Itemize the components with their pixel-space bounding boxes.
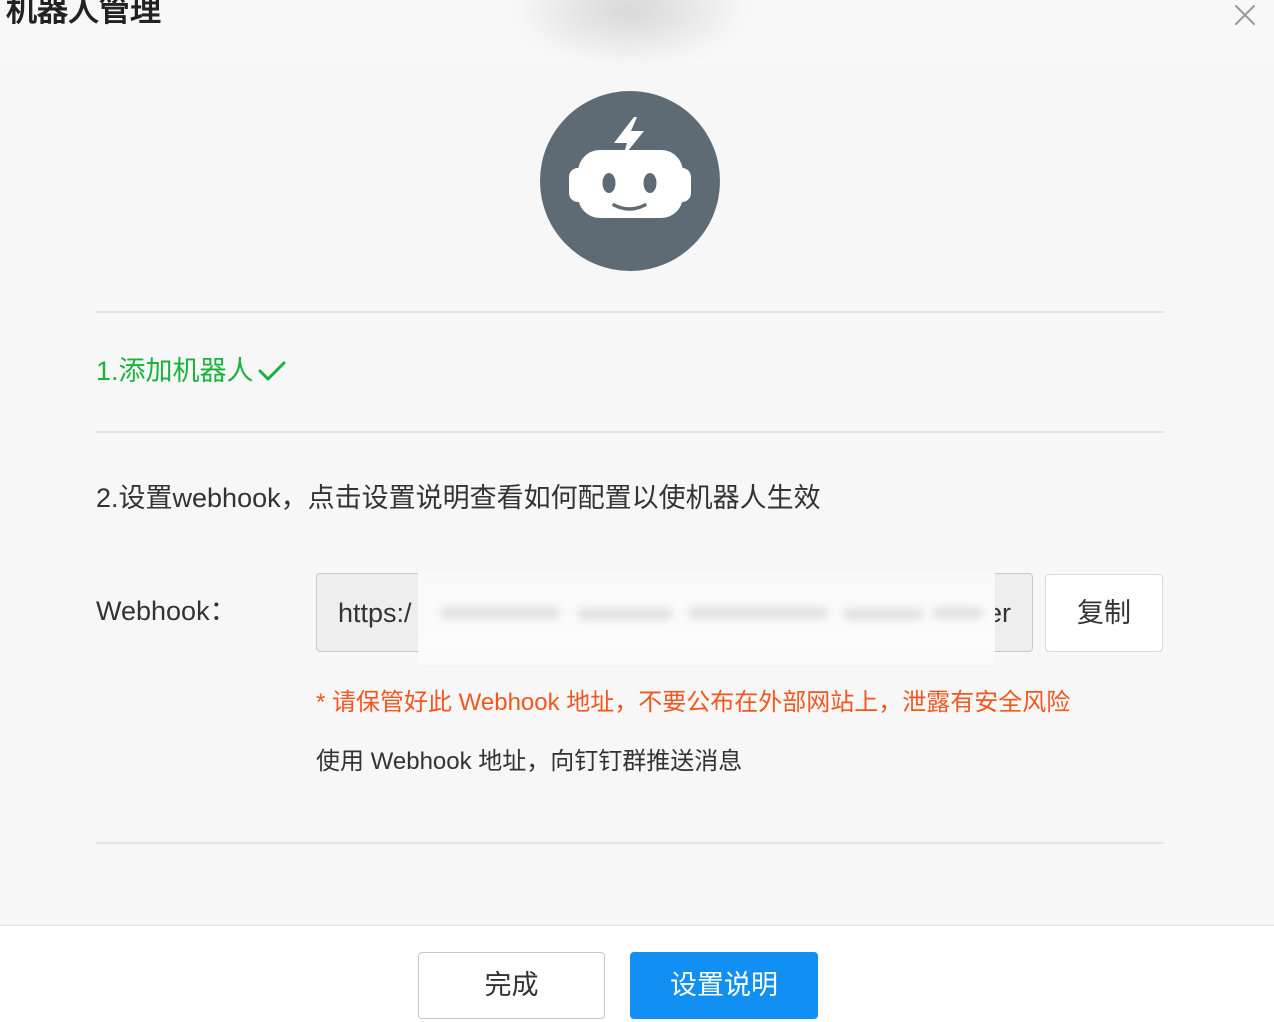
webhook-usage-hint: 使用 Webhook 地址，向钉钉群推送消息 xyxy=(316,748,743,775)
copy-button[interactable]: 复制 xyxy=(1045,574,1163,652)
dialog-title: 机器人管理 xyxy=(6,0,161,28)
redacted-blur xyxy=(418,572,995,665)
step-2-instruction: 2.设置webhook，点击设置说明查看如何配置以使机器人生效 xyxy=(96,483,821,513)
robot-avatar-icon xyxy=(540,91,720,271)
webhook-label: Webhook： xyxy=(96,596,237,626)
security-warning: * 请保管好此 Webhook 地址，不要公布在外部网站上，泄露有安全风险 xyxy=(316,689,1071,716)
step-1-label: 1.添加机器人 xyxy=(96,356,254,386)
check-icon xyxy=(258,361,286,381)
step-1-status: 1.添加机器人 xyxy=(96,351,286,391)
divider xyxy=(96,311,1164,313)
done-button[interactable]: 完成 xyxy=(418,952,605,1019)
close-icon[interactable] xyxy=(1233,3,1257,27)
divider xyxy=(96,842,1164,844)
setup-guide-button[interactable]: 设置说明 xyxy=(630,952,818,1019)
robot-avatar xyxy=(540,91,720,271)
divider xyxy=(96,431,1164,433)
webhook-url-start: https:/ xyxy=(338,598,412,628)
